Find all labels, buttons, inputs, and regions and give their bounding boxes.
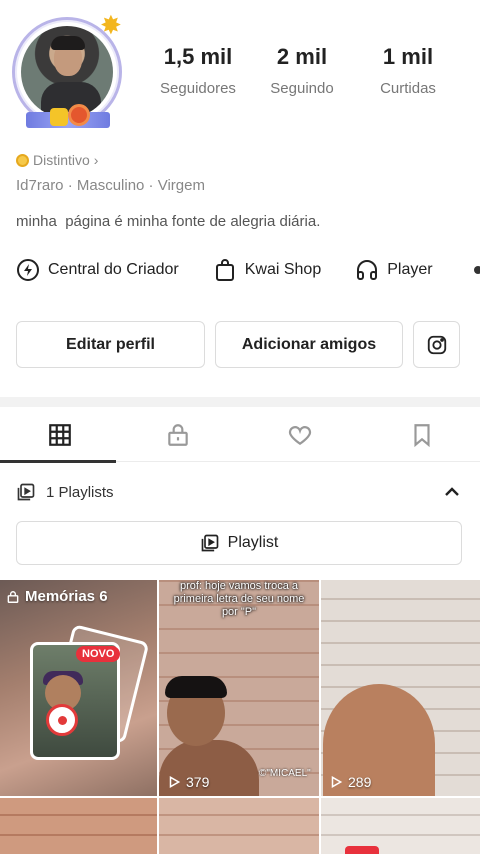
creator-center-link[interactable]: Central do Criador (16, 258, 179, 282)
headphones-icon (357, 260, 378, 280)
profile-avatar[interactable]: ✸ (12, 12, 130, 132)
view-count: 379 (167, 774, 209, 790)
stat-followers[interactable]: 1,5 mil Seguidores (148, 44, 248, 97)
tab-private[interactable] (118, 407, 238, 462)
avatar-yellow-badge-icon (50, 108, 68, 126)
badge-label: Distintivo (33, 152, 90, 168)
playlist-icon (17, 483, 35, 501)
section-divider (0, 397, 480, 407)
memories-label: Memórias 6 (6, 588, 108, 605)
lightning-icon (17, 259, 39, 281)
video-tile[interactable] (0, 798, 157, 854)
creator-center-label: Central do Criador (48, 261, 179, 278)
likes-count: 1 mil (382, 44, 434, 69)
play-icon (331, 776, 343, 788)
following-count: 2 mil (276, 44, 328, 69)
active-tab-indicator (0, 460, 116, 463)
kwai-shop-label: Kwai Shop (244, 261, 322, 278)
play-icon (169, 776, 181, 788)
grid-icon (49, 423, 71, 446)
playlist-icon (201, 534, 218, 552)
followers-label: Seguidores (160, 80, 236, 97)
quick-links-row: Central do Criador Kwai Shop Player (16, 256, 467, 284)
playlist-button-label: Playlist (227, 534, 279, 551)
new-badge: NOVO (76, 646, 121, 662)
video-tile[interactable]: prof: hoje vamos troca a primeira letra … (159, 580, 319, 796)
chevron-right-icon: › (93, 152, 99, 168)
tab-saved[interactable] (362, 407, 480, 462)
profile-bio: minha página é minha fonte de alegria di… (16, 213, 321, 230)
video-tile[interactable] (159, 798, 319, 854)
kwai-shop-link[interactable]: Kwai Shop (213, 258, 322, 282)
view-count-value: 289 (348, 774, 372, 790)
memories-tile[interactable]: Memórias 6 NOVO (0, 580, 157, 796)
tab-liked[interactable] (240, 407, 360, 462)
content-tabs (0, 407, 480, 463)
instagram-button[interactable] (413, 321, 460, 368)
tab-posts[interactable] (0, 407, 120, 463)
followers-count: 1,5 mil (163, 44, 233, 69)
sun-decoration-icon: ✸ (100, 10, 122, 40)
more-links-icon[interactable] (474, 266, 480, 274)
add-friends-button[interactable]: Adicionar amigos (215, 321, 403, 368)
view-count: 289 (329, 774, 371, 790)
avatar-flower-badge-icon (68, 104, 90, 126)
stat-following[interactable]: 2 mil Seguindo (252, 44, 352, 97)
instagram-icon (427, 335, 446, 354)
playlists-count: 1 Playlists (46, 483, 114, 501)
shopping-bag-icon (215, 259, 234, 281)
video-tile[interactable]: 289 (321, 580, 480, 796)
likes-label: Curtidas (380, 80, 436, 97)
bookmark-icon (414, 423, 430, 447)
following-label: Seguindo (270, 80, 334, 97)
player-label: Player (387, 261, 433, 278)
chevron-up-icon[interactable] (440, 480, 464, 504)
video-caption: prof: hoje vamos troca a primeira letra … (173, 580, 305, 618)
profile-meta: Id7raro · Masculino · Virgem (16, 177, 205, 194)
live-indicator (345, 846, 379, 854)
stat-likes[interactable]: 1 mil Curtidas (358, 44, 458, 97)
badge-coin-icon (16, 153, 29, 167)
player-link[interactable]: Player (355, 258, 433, 282)
view-count-value: 379 (186, 774, 210, 790)
playlist-button[interactable]: Playlist (16, 521, 462, 565)
memories-title: Memórias 6 (25, 588, 108, 605)
video-tile[interactable] (321, 798, 480, 854)
distinctive-badge-link[interactable]: Distintivo › (16, 152, 98, 168)
clown-sticker-icon (46, 704, 78, 736)
edit-profile-button[interactable]: Editar perfil (16, 321, 205, 368)
lock-icon (7, 590, 19, 603)
playlists-header[interactable]: 1 Playlists (16, 480, 464, 504)
lock-icon (168, 423, 188, 446)
heart-icon (288, 425, 312, 445)
video-watermark: ©"MICAEL" (259, 768, 311, 779)
